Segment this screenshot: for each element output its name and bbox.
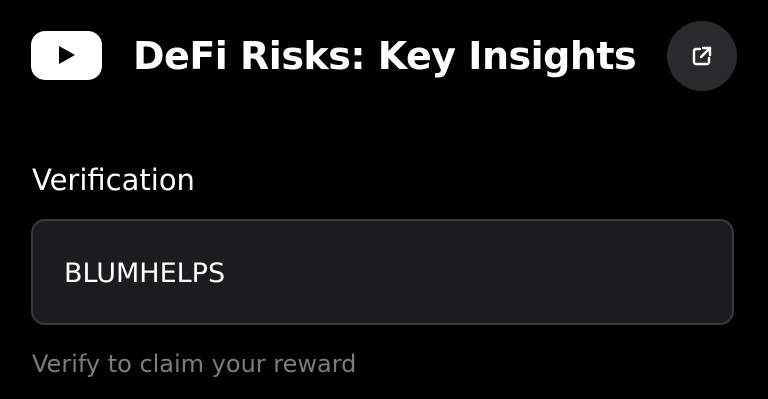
open-external-button[interactable] [667,21,737,91]
verification-input-value[interactable]: BLUMHELPS [64,256,225,292]
header: DeFi Risks: Key Insights [0,0,768,112]
external-link-icon [692,46,712,66]
verification-helper-text: Verify to claim your reward [32,350,357,378]
verification-label: Verification [32,163,195,197]
verification-input[interactable]: BLUMHELPS [31,219,734,325]
youtube-logo-icon [31,31,102,80]
play-icon [59,46,75,64]
page-title: DeFi Risks: Key Insights [133,34,637,78]
